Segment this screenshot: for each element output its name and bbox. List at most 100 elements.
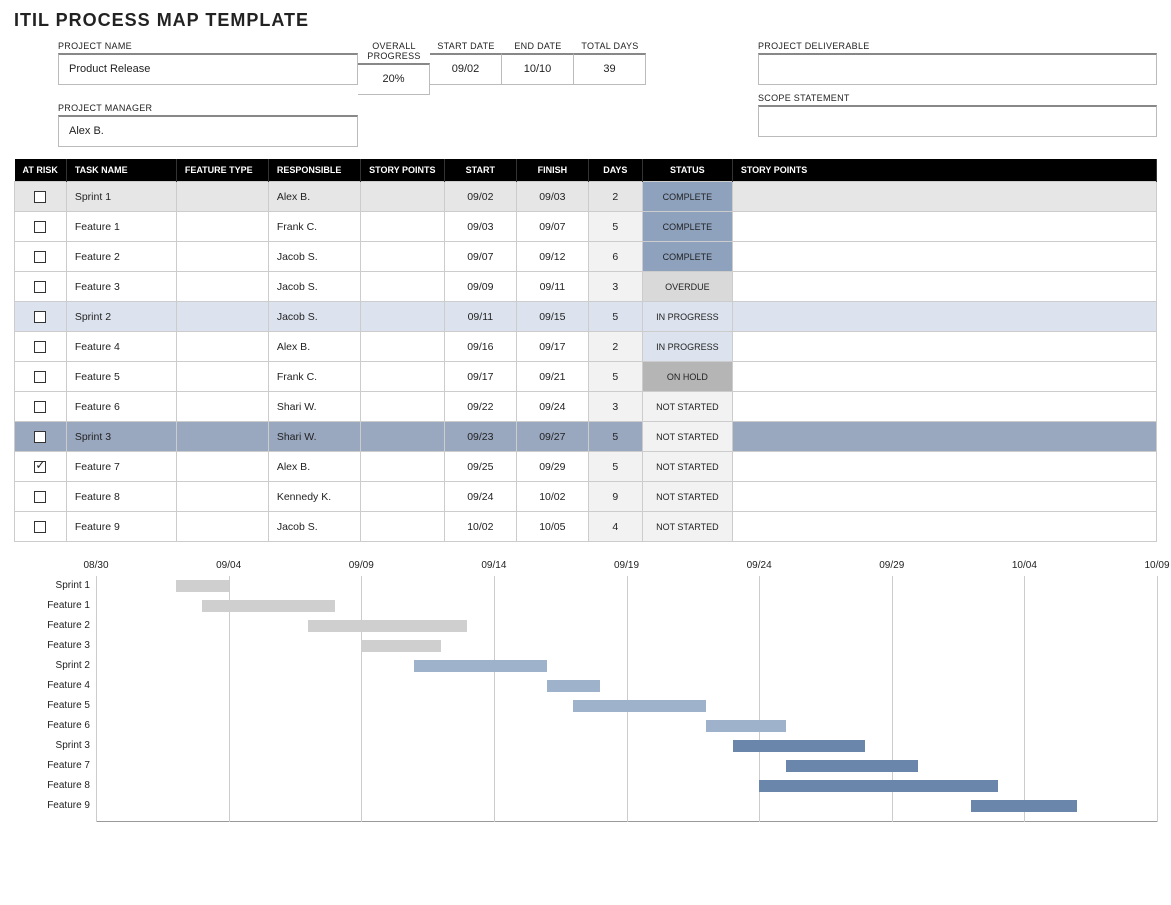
- cell-responsible[interactable]: Alex B.: [268, 182, 360, 212]
- cell-story-points-2[interactable]: [732, 212, 1156, 242]
- cell-task-name[interactable]: Feature 8: [66, 482, 176, 512]
- cell-finish[interactable]: 09/24: [516, 392, 588, 422]
- cell-task-name[interactable]: Sprint 2: [66, 302, 176, 332]
- checkbox-icon[interactable]: [34, 431, 46, 443]
- cell-task-name[interactable]: Sprint 3: [66, 422, 176, 452]
- checkbox-icon[interactable]: [34, 401, 46, 413]
- cell-days[interactable]: 5: [588, 452, 642, 482]
- cell-status[interactable]: ON HOLD: [642, 362, 732, 392]
- cell-days[interactable]: 5: [588, 362, 642, 392]
- checkbox-icon[interactable]: [34, 311, 46, 323]
- cell-responsible[interactable]: Shari W.: [268, 422, 360, 452]
- cell-days[interactable]: 5: [588, 212, 642, 242]
- cell-feature-type[interactable]: [176, 362, 268, 392]
- cell-feature-type[interactable]: [176, 302, 268, 332]
- cell-at-risk[interactable]: [15, 302, 67, 332]
- cell-status[interactable]: NOT STARTED: [642, 482, 732, 512]
- cell-start[interactable]: 09/02: [444, 182, 516, 212]
- cell-story-points[interactable]: [360, 212, 444, 242]
- cell-story-points-2[interactable]: [732, 512, 1156, 542]
- cell-responsible[interactable]: Kennedy K.: [268, 482, 360, 512]
- cell-responsible[interactable]: Jacob S.: [268, 242, 360, 272]
- cell-finish[interactable]: 09/11: [516, 272, 588, 302]
- checkbox-icon[interactable]: [34, 491, 46, 503]
- cell-start[interactable]: 09/17: [444, 362, 516, 392]
- cell-at-risk[interactable]: [15, 212, 67, 242]
- cell-feature-type[interactable]: [176, 422, 268, 452]
- cell-start[interactable]: 10/02: [444, 512, 516, 542]
- cell-story-points[interactable]: [360, 182, 444, 212]
- cell-days[interactable]: 3: [588, 392, 642, 422]
- cell-status[interactable]: NOT STARTED: [642, 392, 732, 422]
- cell-at-risk[interactable]: [15, 422, 67, 452]
- cell-responsible[interactable]: Frank C.: [268, 362, 360, 392]
- cell-story-points-2[interactable]: [732, 452, 1156, 482]
- cell-start[interactable]: 09/24: [444, 482, 516, 512]
- cell-story-points[interactable]: [360, 362, 444, 392]
- cell-finish[interactable]: 09/15: [516, 302, 588, 332]
- cell-days[interactable]: 9: [588, 482, 642, 512]
- checkbox-icon[interactable]: [34, 521, 46, 533]
- cell-task-name[interactable]: Feature 7: [66, 452, 176, 482]
- cell-start[interactable]: 09/07: [444, 242, 516, 272]
- checkbox-icon[interactable]: [34, 251, 46, 263]
- cell-start[interactable]: 09/25: [444, 452, 516, 482]
- cell-finish[interactable]: 09/03: [516, 182, 588, 212]
- cell-finish[interactable]: 09/17: [516, 332, 588, 362]
- input-project-deliverable[interactable]: [758, 53, 1157, 85]
- cell-feature-type[interactable]: [176, 332, 268, 362]
- cell-task-name[interactable]: Feature 1: [66, 212, 176, 242]
- cell-responsible[interactable]: Jacob S.: [268, 512, 360, 542]
- cell-feature-type[interactable]: [176, 182, 268, 212]
- checkbox-icon[interactable]: [34, 221, 46, 233]
- cell-start[interactable]: 09/16: [444, 332, 516, 362]
- cell-responsible[interactable]: Jacob S.: [268, 272, 360, 302]
- cell-responsible[interactable]: Frank C.: [268, 212, 360, 242]
- input-scope-statement[interactable]: [758, 105, 1157, 137]
- cell-story-points-2[interactable]: [732, 302, 1156, 332]
- cell-story-points[interactable]: [360, 482, 444, 512]
- input-project-manager[interactable]: Alex B.: [58, 115, 358, 147]
- cell-story-points-2[interactable]: [732, 332, 1156, 362]
- cell-story-points-2[interactable]: [732, 272, 1156, 302]
- cell-feature-type[interactable]: [176, 272, 268, 302]
- cell-story-points[interactable]: [360, 512, 444, 542]
- cell-finish[interactable]: 10/02: [516, 482, 588, 512]
- cell-status[interactable]: NOT STARTED: [642, 422, 732, 452]
- checkbox-icon[interactable]: [34, 191, 46, 203]
- cell-task-name[interactable]: Feature 5: [66, 362, 176, 392]
- cell-at-risk[interactable]: [15, 272, 67, 302]
- cell-status[interactable]: COMPLETE: [642, 242, 732, 272]
- cell-status[interactable]: NOT STARTED: [642, 452, 732, 482]
- cell-status[interactable]: IN PROGRESS: [642, 302, 732, 332]
- cell-status[interactable]: OVERDUE: [642, 272, 732, 302]
- cell-story-points-2[interactable]: [732, 242, 1156, 272]
- cell-finish[interactable]: 09/12: [516, 242, 588, 272]
- cell-finish[interactable]: 09/27: [516, 422, 588, 452]
- cell-finish[interactable]: 09/21: [516, 362, 588, 392]
- cell-status[interactable]: IN PROGRESS: [642, 332, 732, 362]
- cell-responsible[interactable]: Shari W.: [268, 392, 360, 422]
- cell-feature-type[interactable]: [176, 392, 268, 422]
- cell-story-points[interactable]: [360, 422, 444, 452]
- cell-story-points[interactable]: [360, 452, 444, 482]
- cell-at-risk[interactable]: [15, 242, 67, 272]
- cell-days[interactable]: 2: [588, 332, 642, 362]
- cell-at-risk[interactable]: [15, 182, 67, 212]
- cell-story-points-2[interactable]: [732, 182, 1156, 212]
- cell-status[interactable]: COMPLETE: [642, 182, 732, 212]
- cell-story-points[interactable]: [360, 272, 444, 302]
- cell-task-name[interactable]: Feature 3: [66, 272, 176, 302]
- cell-feature-type[interactable]: [176, 242, 268, 272]
- cell-start[interactable]: 09/23: [444, 422, 516, 452]
- cell-task-name[interactable]: Feature 2: [66, 242, 176, 272]
- cell-days[interactable]: 5: [588, 302, 642, 332]
- cell-at-risk[interactable]: [15, 362, 67, 392]
- cell-task-name[interactable]: Feature 9: [66, 512, 176, 542]
- cell-at-risk[interactable]: [15, 392, 67, 422]
- cell-days[interactable]: 3: [588, 272, 642, 302]
- cell-story-points[interactable]: [360, 392, 444, 422]
- cell-at-risk[interactable]: [15, 482, 67, 512]
- cell-task-name[interactable]: Feature 6: [66, 392, 176, 422]
- cell-days[interactable]: 5: [588, 422, 642, 452]
